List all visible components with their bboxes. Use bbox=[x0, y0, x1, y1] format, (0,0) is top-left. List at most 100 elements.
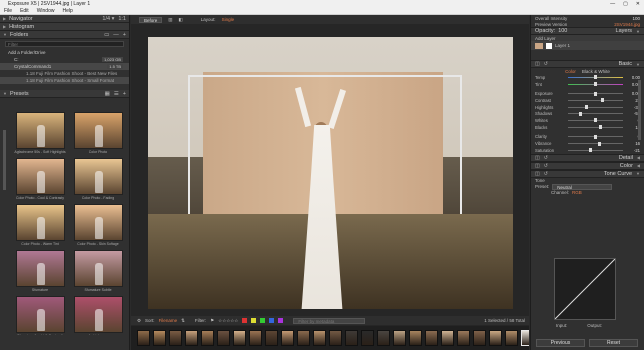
preset-item[interactable]: Color Photo - Warm Tint bbox=[14, 204, 66, 250]
adjustment-slider[interactable]: Highlights -32 bbox=[531, 104, 644, 111]
adjustment-slider[interactable]: Clarity0 bbox=[531, 134, 644, 141]
filmstrip-thumbnail[interactable] bbox=[393, 330, 406, 346]
chevron-left-icon[interactable]: ◀ bbox=[637, 163, 640, 168]
folder-filter-input[interactable]: Filter bbox=[5, 41, 124, 47]
grid-view-icon[interactable]: ▦ bbox=[105, 91, 110, 97]
channel-select[interactable]: RGB bbox=[572, 190, 582, 195]
filmstrip-thumbnail[interactable] bbox=[425, 330, 438, 346]
adjustment-slider[interactable]: Tint 0.00 bbox=[531, 81, 644, 88]
layer-row[interactable]: Layer 1 bbox=[531, 41, 644, 50]
color-mode[interactable]: Color bbox=[565, 69, 576, 74]
filmstrip-thumbnail[interactable] bbox=[137, 330, 150, 346]
panel-toggle-icon[interactable]: ◫ bbox=[535, 61, 540, 67]
settings-icon[interactable]: ⚙ bbox=[137, 318, 141, 324]
slider-knob[interactable] bbox=[600, 98, 604, 103]
slider-knob[interactable] bbox=[588, 148, 592, 153]
split-icon[interactable]: ◧ bbox=[179, 17, 183, 23]
slider-track[interactable] bbox=[568, 118, 623, 123]
previous-button[interactable]: Previous bbox=[536, 339, 585, 347]
sort-select[interactable]: Filename bbox=[159, 318, 178, 323]
filmstrip-thumbnail[interactable] bbox=[361, 330, 374, 346]
adjustment-slider[interactable]: Exposure 0.00 bbox=[531, 90, 644, 97]
preset-item[interactable]: Color Photo - Cool & Contrasty bbox=[14, 158, 66, 204]
slider-track[interactable] bbox=[568, 98, 623, 103]
slider-knob[interactable] bbox=[594, 75, 597, 80]
panel-toggle-icon[interactable]: ◫ bbox=[535, 155, 540, 161]
detail-header[interactable]: ◫ ↺ Detail ◀ bbox=[531, 153, 644, 162]
preset-item[interactable]: Sfumature Subtle bbox=[72, 250, 124, 296]
layout-select[interactable]: Single bbox=[222, 17, 235, 22]
slider-knob[interactable] bbox=[598, 141, 602, 146]
presets-header[interactable]: ▼ Presets ▦ ☰ + bbox=[0, 90, 129, 98]
filmstrip-thumbnail[interactable] bbox=[201, 330, 214, 346]
folders-header[interactable]: ▼ Folders ▭ — + bbox=[0, 31, 129, 39]
tone-curve-graph[interactable] bbox=[554, 258, 616, 320]
filmstrip-thumbnail[interactable] bbox=[457, 330, 470, 346]
preset-item[interactable]: Sfumature (Lo_ht & Contrast) bbox=[14, 296, 66, 335]
preset-item[interactable]: Agfachrome 50s - Soft Highlights bbox=[14, 112, 66, 158]
add-drive-button[interactable]: Add a Folder/Drive bbox=[0, 49, 129, 56]
adjustment-slider[interactable]: Shadows -57 bbox=[531, 110, 644, 117]
main-photo[interactable] bbox=[148, 37, 513, 309]
compare-icon[interactable]: ▥ bbox=[168, 17, 172, 23]
preset-item[interactable]: Color Photo - Fading bbox=[72, 158, 124, 204]
slider-knob[interactable] bbox=[598, 125, 602, 130]
reset-icon[interactable]: ↺ bbox=[544, 155, 548, 161]
slider-track[interactable] bbox=[568, 91, 623, 96]
filmstrip-thumbnail[interactable] bbox=[313, 330, 326, 346]
slider-track[interactable] bbox=[568, 134, 623, 139]
reset-icon[interactable]: ↺ bbox=[544, 171, 548, 177]
zoom-select[interactable]: 1/4 ▾ bbox=[102, 16, 114, 22]
filmstrip-thumbnail[interactable] bbox=[265, 330, 278, 346]
new-folder-icon[interactable]: ▭ bbox=[104, 32, 109, 38]
adjustment-slider[interactable]: Contrast23 bbox=[531, 97, 644, 104]
adjustment-slider[interactable]: Saturation -21 bbox=[531, 147, 644, 154]
right-scrollbar[interactable] bbox=[638, 80, 641, 140]
menu-help[interactable]: Help bbox=[62, 8, 72, 14]
filmstrip-thumbnail[interactable] bbox=[169, 330, 182, 346]
slider-track[interactable] bbox=[568, 141, 623, 146]
panel-toggle-icon[interactable]: ◫ bbox=[535, 163, 540, 169]
opacity-value[interactable]: 100 bbox=[558, 28, 567, 34]
presets-scrollbar[interactable] bbox=[3, 130, 6, 190]
navigator-header[interactable]: ▶ Navigator 1/4 ▾ 1:1 bbox=[0, 15, 129, 23]
list-view-icon[interactable]: ☰ bbox=[114, 91, 119, 97]
panel-toggle-icon[interactable]: ◫ bbox=[535, 171, 540, 177]
filmstrip-thumbnail[interactable] bbox=[377, 330, 390, 346]
red-label-swatch[interactable] bbox=[242, 318, 248, 323]
slider-knob[interactable] bbox=[578, 111, 582, 116]
curve-preset-select[interactable]: Neutral bbox=[552, 183, 613, 190]
filmstrip-thumbnail[interactable] bbox=[473, 330, 486, 346]
menu-file[interactable]: File bbox=[4, 8, 12, 14]
close-button[interactable]: ✕ bbox=[636, 1, 640, 7]
reset-icon[interactable]: ↺ bbox=[544, 163, 548, 169]
add-icon[interactable]: + bbox=[123, 32, 126, 38]
slider-value[interactable]: -21 bbox=[626, 148, 640, 153]
folder-row[interactable]: 1.18 Fuji Film Fashion Shoot - Best New … bbox=[0, 70, 129, 77]
chevron-down-icon[interactable]: ▼ bbox=[636, 29, 640, 34]
slider-track[interactable] bbox=[568, 105, 623, 110]
rating-stars[interactable]: ☆☆☆☆☆ bbox=[218, 318, 238, 324]
filmstrip-thumbnail[interactable] bbox=[441, 330, 454, 346]
histogram-header[interactable]: ▶ Histogram bbox=[0, 23, 129, 31]
slider-knob[interactable] bbox=[594, 91, 597, 96]
preset-item[interactable]: Color Photo - Skin Softage bbox=[72, 204, 124, 250]
preset-item[interactable]: Arabichrome bbox=[72, 296, 124, 335]
minimize-button[interactable]: — bbox=[610, 1, 615, 7]
adjustment-slider[interactable]: Blacks18 bbox=[531, 124, 644, 131]
slider-track[interactable] bbox=[568, 125, 623, 130]
folder-row[interactable]: CrystalCommand1 1.5 TB bbox=[0, 63, 129, 70]
reset-button[interactable]: Reset bbox=[589, 339, 638, 347]
remove-icon[interactable]: — bbox=[113, 32, 119, 38]
before-button[interactable]: Before bbox=[139, 16, 163, 23]
slider-knob[interactable] bbox=[594, 82, 597, 87]
flag-icon[interactable]: ⚑ bbox=[210, 318, 214, 324]
filmstrip-thumbnail[interactable] bbox=[489, 330, 502, 346]
filmstrip-thumbnail[interactable] bbox=[329, 330, 342, 346]
filmstrip-thumbnail[interactable] bbox=[281, 330, 294, 346]
slider-track[interactable] bbox=[568, 148, 623, 153]
filmstrip-thumbnail[interactable] bbox=[409, 330, 422, 346]
blue-label-swatch[interactable] bbox=[269, 318, 275, 323]
green-label-swatch[interactable] bbox=[260, 318, 266, 323]
tone-curve-header[interactable]: ◫ ↺ Tone Curve ▼ bbox=[531, 169, 644, 178]
